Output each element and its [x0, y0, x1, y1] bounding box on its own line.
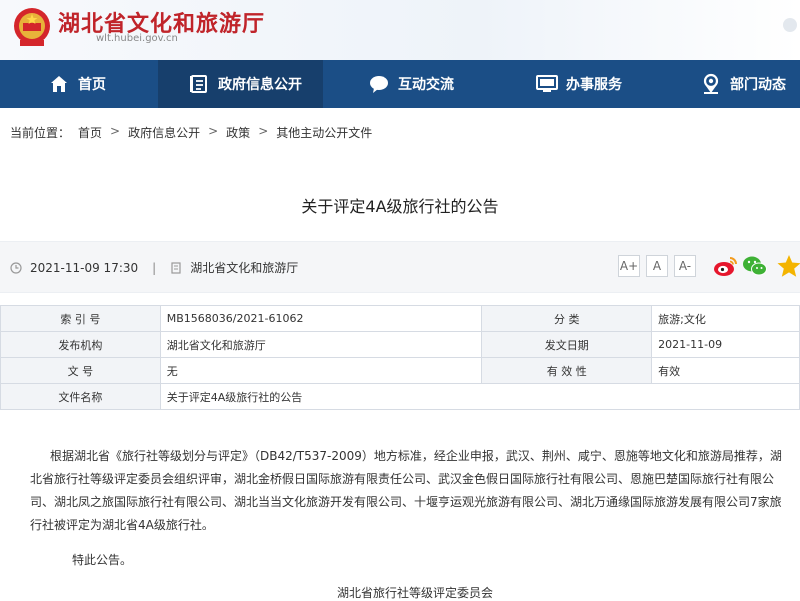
monitor-icon [536, 73, 558, 95]
info-label-category: 分 类 [481, 305, 653, 332]
closing-text: 特此公告。 [72, 553, 133, 567]
font-decrease-button[interactable]: A- [674, 255, 696, 277]
body-paragraph-line: 北省旅行社等级评定委员会组织评审，湖北金桥假日国际旅游有限责任公司、武汉金色假日… [30, 472, 775, 486]
breadcrumb-separator: > [110, 124, 121, 138]
breadcrumb-separator: > [258, 124, 269, 138]
info-value-filename: 关于评定4A级旅行社的公告 [159, 383, 800, 410]
body-paragraph-line: 行社被评定为湖北省4A级旅行社。 [30, 518, 214, 532]
wechat-share-icon[interactable] [742, 254, 768, 278]
info-value-index: MB1568036/2021-61062 [159, 305, 483, 332]
nav-item-services[interactable]: 办事服务 [530, 60, 660, 108]
info-value-category: 旅游;文化 [651, 305, 800, 332]
source-icon [171, 261, 181, 274]
nav-item-department-news[interactable]: 部门动态 [700, 60, 800, 108]
main-nav: 首页 政府信息公开 互动交流 办事服务 部门动态 [0, 60, 800, 108]
body-paragraph-line: 司、湖北凤之旅国际旅行社有限公司、湖北当当文化旅游开发有限公司、十堰亨运观光旅游… [30, 495, 782, 509]
font-increase-button[interactable]: A+ [618, 255, 640, 277]
info-value-doc-number: 无 [159, 357, 483, 384]
article-title: 关于评定4A级旅行社的公告 [301, 197, 499, 216]
info-label-issue-date: 发文日期 [481, 331, 653, 358]
info-value-issue-date: 2021-11-09 [651, 331, 800, 358]
table-row: 文件名称 关于评定4A级旅行社的公告 [0, 383, 800, 410]
nav-item-label: 部门动态 [730, 77, 786, 93]
clock-icon [10, 261, 22, 274]
location-pin-icon [700, 73, 722, 95]
table-row: 发布机构 湖北省文化和旅游厅 发文日期 2021-11-09 [0, 331, 800, 358]
weibo-share-icon[interactable] [712, 254, 738, 278]
breadcrumb-prefix: 当前位置： [10, 126, 71, 140]
site-header: 湖北省文化和旅游厅 wlt.hubei.gov.cn [0, 0, 800, 60]
info-label-validity: 有 效 性 [481, 357, 653, 384]
article-meta-bar: 2021-11-09 17:30 | 湖北省文化和旅游厅 A+ A A- [0, 241, 800, 293]
font-default-button[interactable]: A [646, 255, 668, 277]
signature: 湖北省旅行社等级评定委员会 [336, 586, 493, 600]
breadcrumb: 当前位置： 首页 > 政府信息公开 > 政策 > 其他主动公开文件 [10, 124, 372, 141]
publish-datetime: 2021-11-09 17:30 [30, 260, 139, 275]
info-label-doc-number: 文 号 [0, 357, 161, 384]
article-source: 湖北省文化和旅游厅 [190, 261, 299, 275]
info-value-publisher: 湖北省文化和旅游厅 [159, 331, 483, 358]
info-label-filename: 文件名称 [0, 383, 161, 410]
nav-item-interaction[interactable]: 互动交流 [360, 60, 490, 108]
national-emblem-icon [14, 8, 50, 46]
breadcrumb-link-gov-info[interactable]: 政府信息公开 [128, 124, 200, 141]
home-icon [48, 73, 70, 95]
info-label-publisher: 发布机构 [0, 331, 161, 358]
favorite-star-icon[interactable] [776, 254, 800, 278]
document-info-table: 索 引 号 MB1568036/2021-61062 分 类 旅游;文化 发布机… [0, 305, 800, 410]
info-value-validity: 有效 [651, 357, 800, 384]
chat-bubble-icon [368, 73, 390, 95]
article-meta-info: 2021-11-09 17:30 | 湖北省文化和旅游厅 [10, 259, 298, 276]
nav-item-home[interactable]: 首页 [40, 60, 160, 108]
site-domain: wlt.hubei.gov.cn [96, 33, 178, 44]
table-row: 文 号 无 有 效 性 有效 [0, 357, 800, 384]
breadcrumb-link-policy[interactable]: 政策 [226, 124, 250, 141]
body-paragraph-line: 根据湖北省《旅行社等级划分与评定》（DB42/T537-2009）地方标准，经企… [50, 449, 782, 463]
article-body: 根据湖北省《旅行社等级划分与评定》（DB42/T537-2009）地方标准，经企… [30, 445, 795, 537]
breadcrumb-link-home[interactable]: 首页 [78, 124, 102, 141]
nav-item-label: 互动交流 [398, 77, 454, 93]
nav-item-gov-info[interactable]: 政府信息公开 [158, 60, 323, 108]
header-decoration [783, 18, 797, 32]
nav-item-label: 首页 [78, 77, 106, 93]
nav-item-label: 政府信息公开 [218, 77, 302, 93]
nav-item-label: 办事服务 [566, 77, 622, 93]
document-list-icon [188, 73, 210, 95]
table-row: 索 引 号 MB1568036/2021-61062 分 类 旅游;文化 [0, 305, 800, 332]
meta-separator: | [152, 260, 157, 275]
info-label-index: 索 引 号 [0, 305, 161, 332]
breadcrumb-separator: > [208, 124, 219, 138]
breadcrumb-link-other-files[interactable]: 其他主动公开文件 [276, 124, 372, 141]
